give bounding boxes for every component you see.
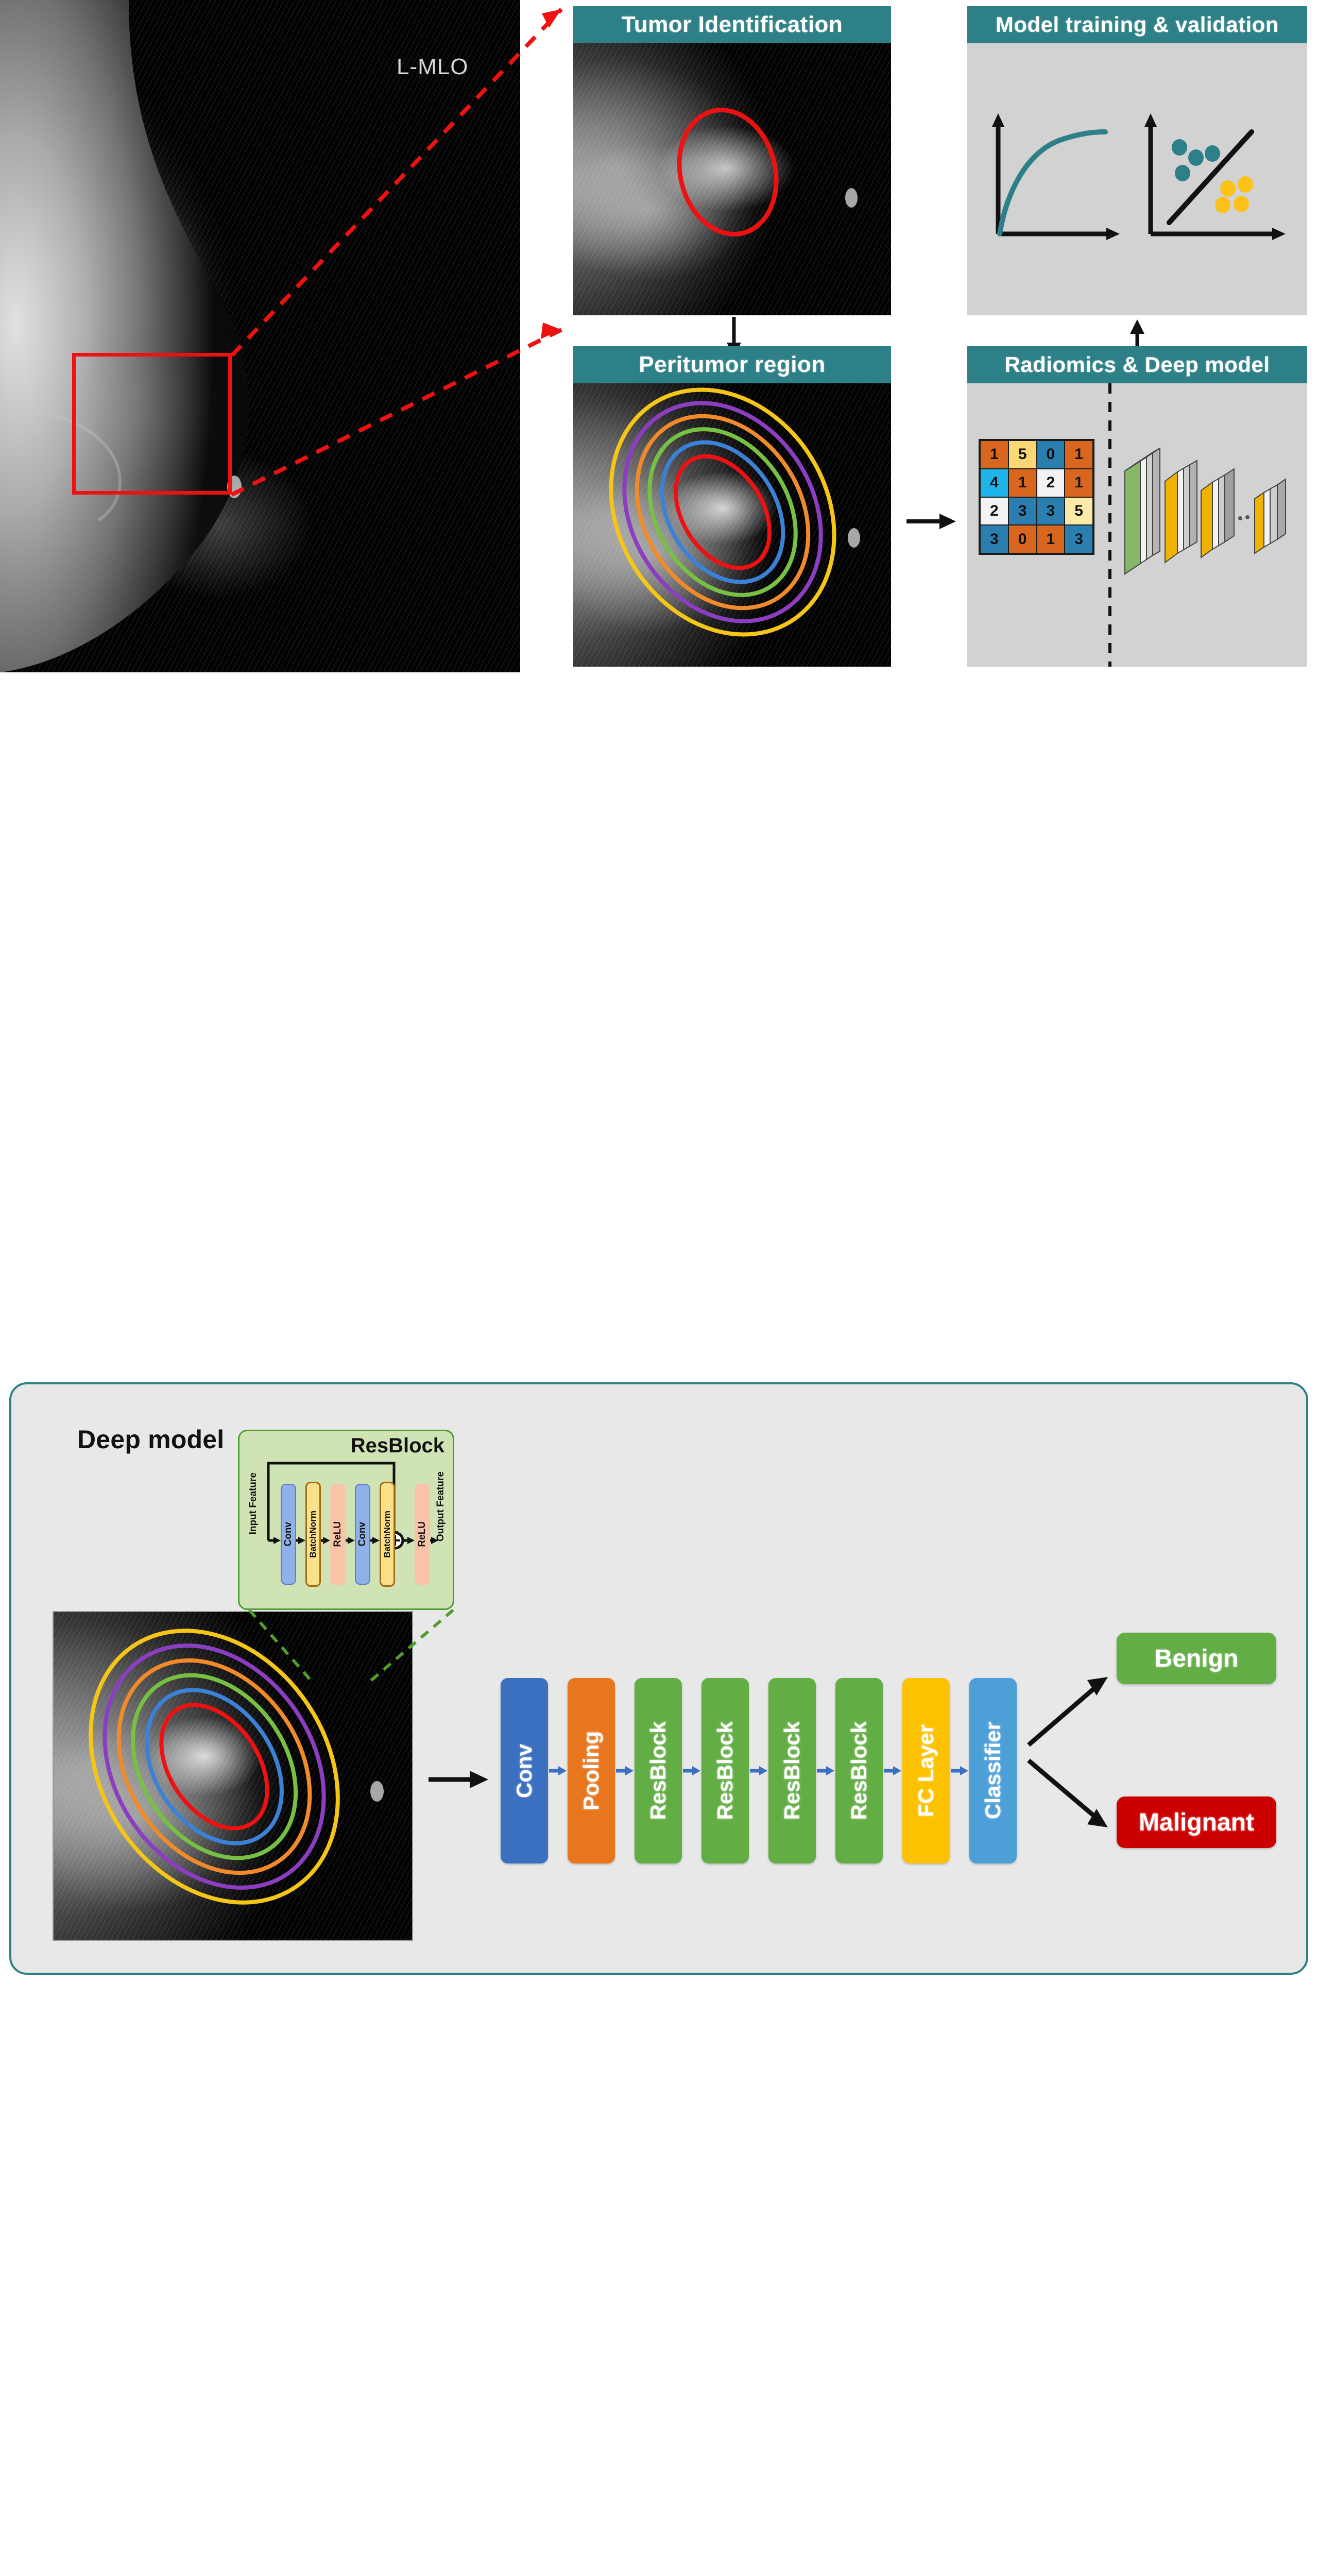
deep-model-pipeline: Conv Pooling ResBlock ResBlock ResBlock … — [501, 1678, 1047, 1869]
panel-peritumor-region: Peritumor region — [573, 346, 891, 667]
pipeline-block-label: ResBlock — [847, 1721, 871, 1820]
resblock-unit-relu-2: ReLU — [415, 1484, 430, 1585]
matrix-cell: 2 — [980, 497, 1008, 526]
resblock-unit-relu-1: ReLU — [330, 1484, 346, 1585]
pipeline-block-resblock: ResBlock — [835, 1678, 883, 1863]
pipeline-block-label: Pooling — [579, 1731, 603, 1810]
training-curve-chart — [992, 113, 1120, 240]
radiomics-feature-matrix: 1501412123353013 — [979, 439, 1094, 555]
pipeline-arrow — [817, 1766, 834, 1775]
resblock-detail-card: ResBlock Input Feature Output Feature Co… — [238, 1430, 454, 1610]
pipeline-block-label: FC Layer — [914, 1724, 938, 1817]
contour-ring-6 — [609, 387, 836, 637]
panel-title-model-training: Model training & validation — [967, 6, 1307, 43]
scatter-validation-chart — [1144, 113, 1286, 240]
arrow-peritumor-to-model — [906, 514, 956, 529]
resblock-unit-conv-2: Conv — [355, 1484, 370, 1585]
panel-radiomics-deep-model: Radiomics & Deep model 1501412123353013 — [967, 346, 1307, 667]
roi-rectangle — [72, 353, 232, 495]
roi-zoom-leader-lines — [230, 8, 563, 497]
matrix-cell: 3 — [1036, 497, 1065, 526]
matrix-cell: 1 — [1065, 440, 1093, 469]
pipeline-block-label: ResBlock — [646, 1721, 670, 1820]
resblock-unit-label: Conv — [283, 1522, 294, 1547]
pipeline-block-label: Classifier — [981, 1722, 1005, 1820]
matrix-cell: 0 — [1036, 440, 1065, 469]
resblock-unit-label: BatchNorm — [308, 1511, 318, 1558]
pipeline-block-label: ResBlock — [780, 1721, 804, 1820]
panel-divider-dashed — [1108, 383, 1111, 667]
pipeline-block-fc-layer: FC Layer — [902, 1678, 950, 1863]
panel-title-peritumor-region: Peritumor region — [573, 346, 891, 383]
matrix-cell: 1 — [1036, 525, 1065, 553]
pipeline-block-resblock: ResBlock — [635, 1678, 682, 1863]
radiomics-deep-body: 1501412123353013 — [967, 383, 1307, 667]
resblock-unit-batchnorm-2: BatchNorm — [380, 1482, 395, 1587]
resblock-unit-conv-1: Conv — [281, 1484, 296, 1585]
tumor-red-contour — [677, 108, 858, 236]
resblock-unit-label: ReLU — [332, 1521, 343, 1547]
matrix-cell: 3 — [980, 525, 1008, 553]
deep-model-card: Deep model ResBlock Input Feature Output… — [9, 1382, 1308, 1975]
peritumor-region-image — [573, 383, 891, 667]
deep-model-title: Deep model — [77, 1425, 225, 1454]
pipeline-arrow — [884, 1766, 901, 1775]
pipeline-block-label: Conv — [512, 1743, 536, 1798]
matrix-cell: 1 — [1065, 468, 1093, 497]
pipeline-block-resblock: ResBlock — [701, 1678, 749, 1863]
peritumor-contour-rings — [609, 387, 860, 637]
matrix-cell: 2 — [1036, 468, 1065, 497]
pipeline-block-pooling: Pooling — [568, 1678, 615, 1863]
matrix-cell: 1 — [1008, 468, 1037, 497]
pipeline-block-resblock: ResBlock — [768, 1678, 816, 1863]
matrix-cell: 5 — [1065, 497, 1093, 526]
panel-title-tumor-identification: Tumor Identification — [573, 6, 891, 43]
resblock-unit-label: BatchNorm — [382, 1511, 392, 1558]
matrix-cell: 3 — [1008, 497, 1037, 526]
resblock-unit-label: Conv — [357, 1522, 368, 1547]
panel-title-radiomics-deep-model: Radiomics & Deep model — [967, 346, 1307, 383]
panel-tumor-identification: Tumor Identification — [573, 6, 891, 315]
pipeline-arrow — [750, 1766, 767, 1775]
matrix-cell: 5 — [1008, 440, 1037, 469]
deep-output-malignant-label: Malignant — [1139, 1808, 1254, 1836]
contour-ring-5 — [622, 401, 823, 623]
resblock-callout-lines — [248, 1608, 454, 1686]
pipeline-arrow — [951, 1766, 968, 1775]
resblock-unit-batchnorm-1: BatchNorm — [305, 1482, 321, 1587]
panel-model-training-validation: Model training & validation — [967, 6, 1307, 315]
matrix-cell: 1 — [980, 440, 1008, 469]
model-training-body — [967, 43, 1307, 315]
pipeline-arrow — [616, 1766, 634, 1775]
deep-output-benign: Benign — [1117, 1633, 1276, 1684]
matrix-cell: 4 — [980, 468, 1008, 497]
cnn-layer-stack-icon — [1124, 447, 1286, 575]
deep-output-malignant: Malignant — [1117, 1797, 1276, 1848]
contour-ring-4 — [635, 414, 811, 611]
tumor-identification-image — [573, 43, 891, 315]
matrix-cell: 0 — [1008, 525, 1037, 553]
matrix-cell: 3 — [1065, 525, 1093, 553]
pipeline-block-classifier: Classifier — [969, 1678, 1017, 1863]
pipeline-block-conv: Conv — [501, 1678, 548, 1863]
resblock-unit-label: ReLU — [417, 1521, 427, 1547]
scatter-points-class-b — [1215, 176, 1253, 213]
pipeline-arrow — [683, 1766, 700, 1775]
pipeline-block-label: ResBlock — [713, 1721, 737, 1820]
pipeline-arrow — [549, 1766, 567, 1775]
deep-output-benign-label: Benign — [1154, 1645, 1239, 1672]
arrow-input-to-pipeline — [429, 1771, 488, 1788]
